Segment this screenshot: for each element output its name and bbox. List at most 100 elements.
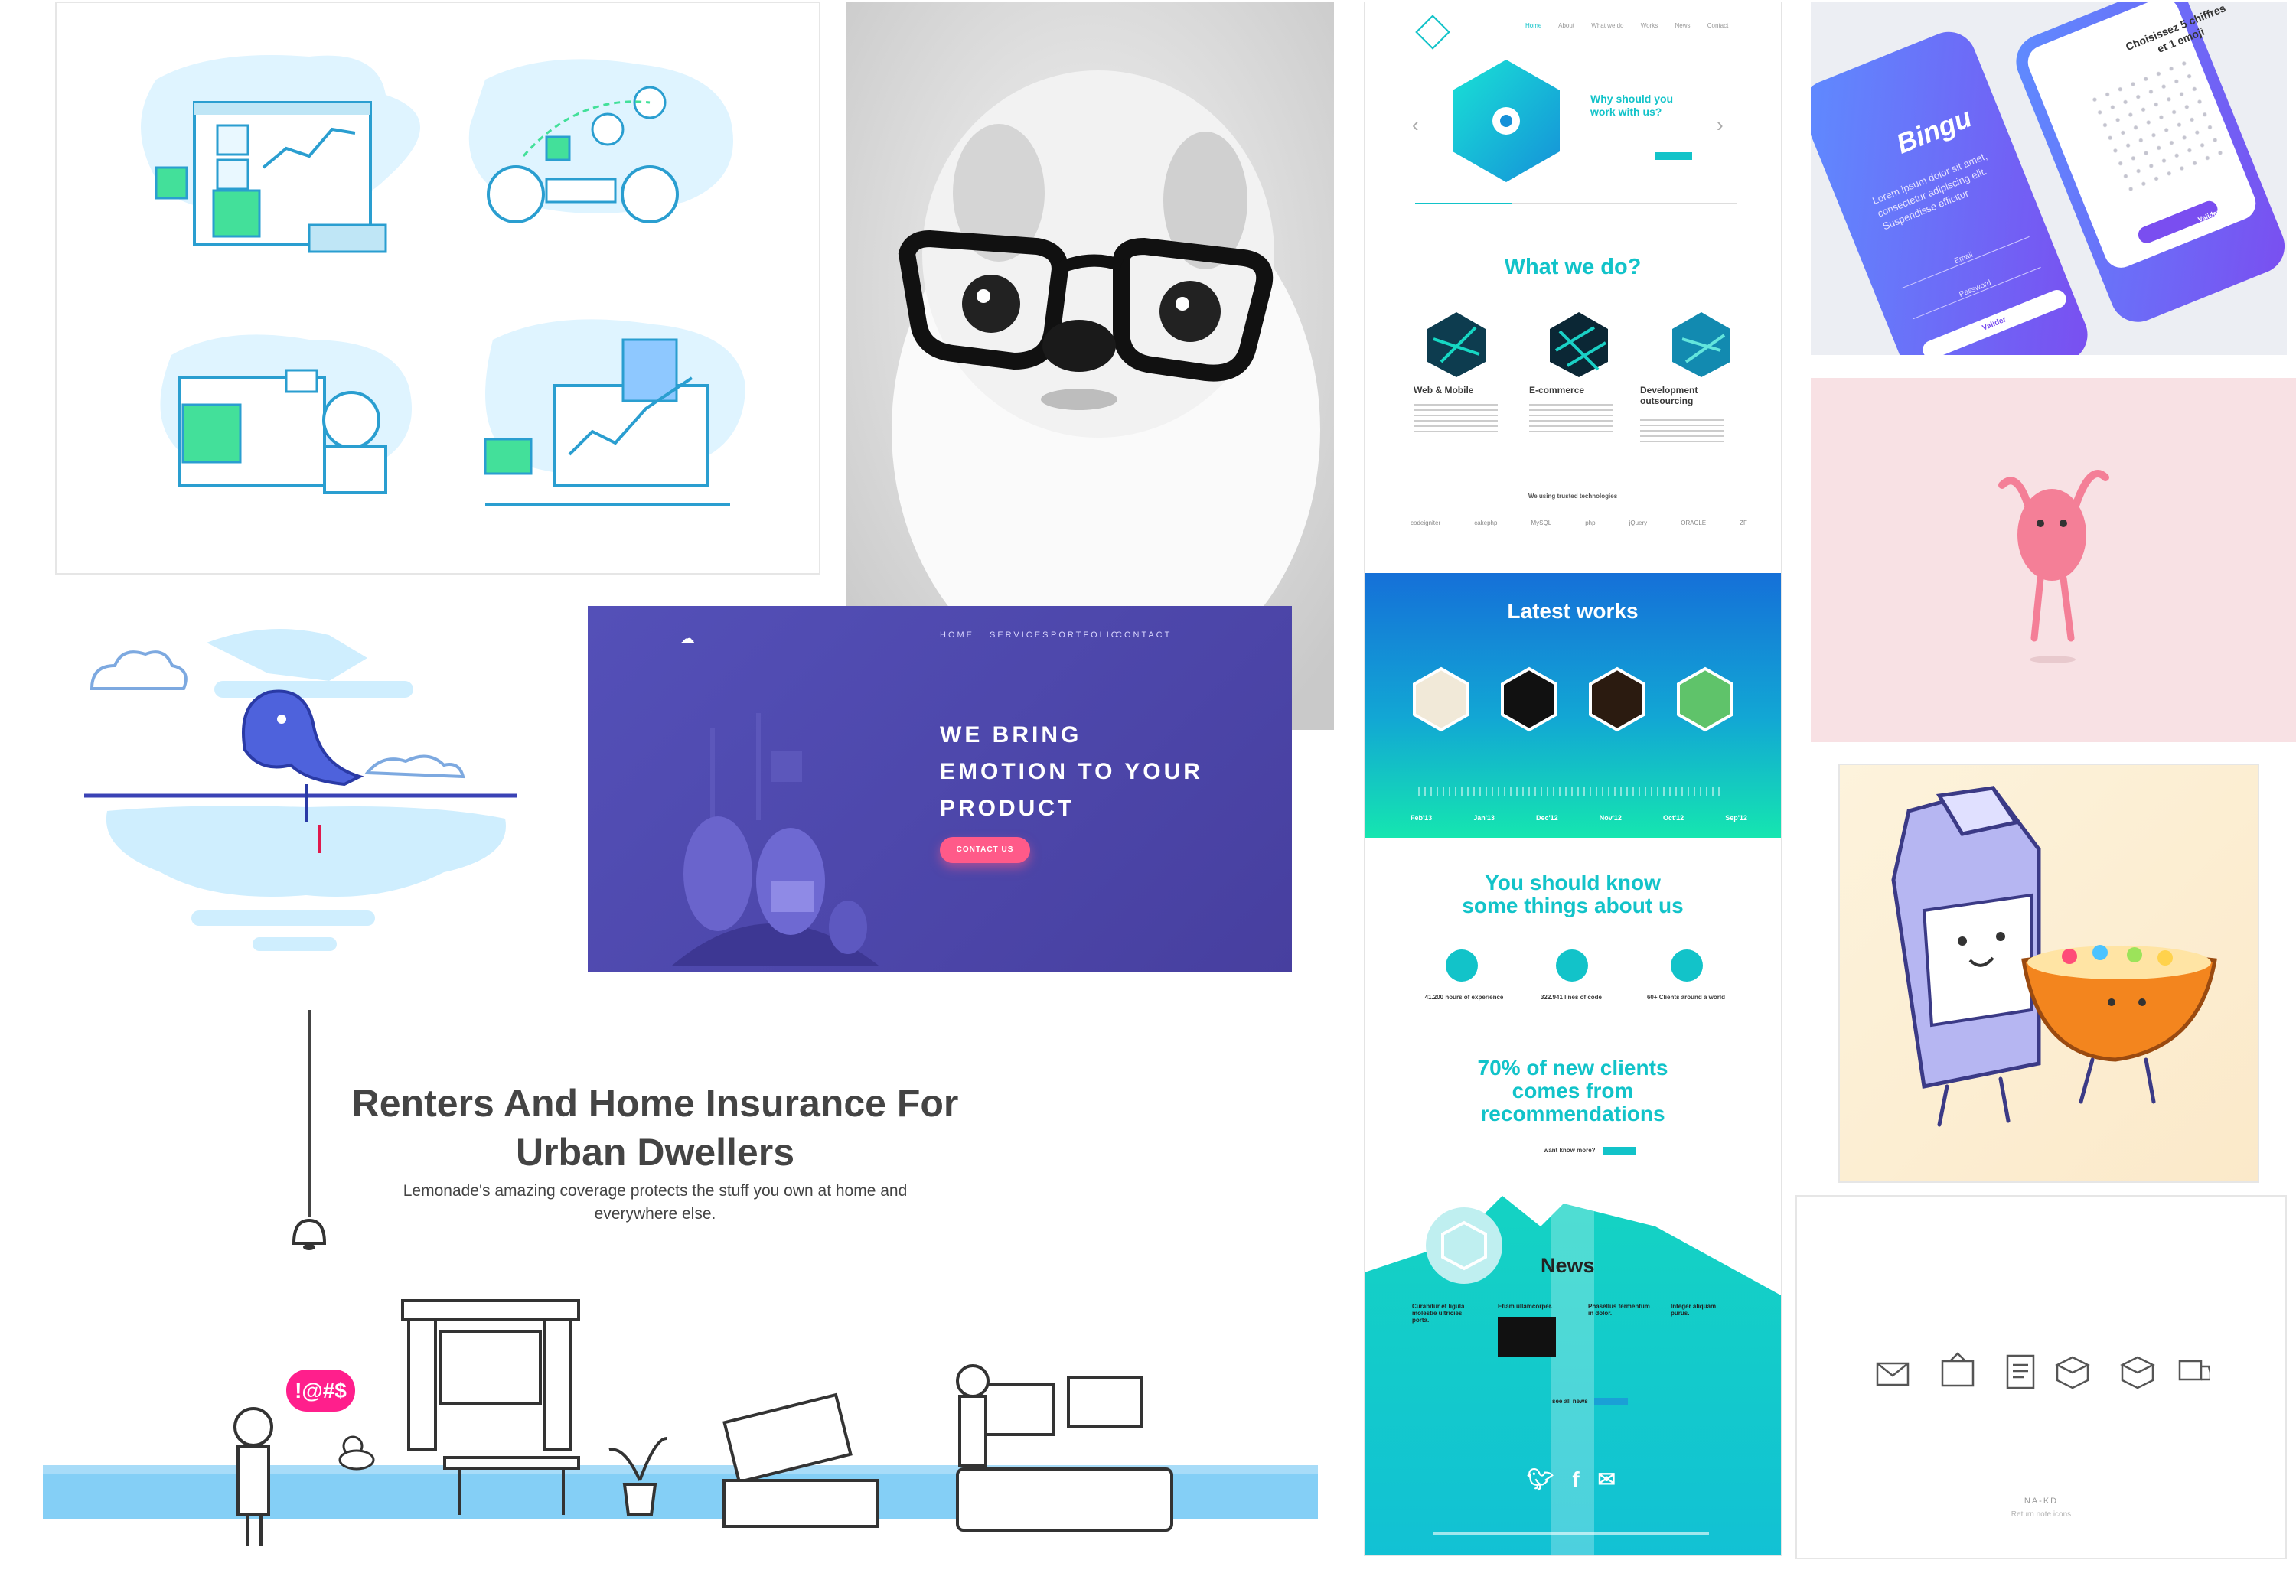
latest-works-title: Latest works xyxy=(1507,599,1639,623)
stat-label: 322.941 lines of code xyxy=(1540,994,1603,1001)
milk-cereal-illustration xyxy=(1891,786,2217,1127)
clients-line: recommendations xyxy=(1480,1102,1665,1125)
news-item[interactable]: Curabitur et ligula molestie ultricies p… xyxy=(1412,1303,1477,1324)
stat-icon xyxy=(1671,949,1703,982)
nav-item[interactable]: News xyxy=(1675,22,1691,29)
tech-logo: codeigniter xyxy=(1411,520,1441,526)
milk-cereal-tile xyxy=(1838,764,2259,1183)
service-hexagons xyxy=(1427,312,1730,377)
news-item[interactable]: Phasellus fermentum in dolor. xyxy=(1588,1303,1653,1317)
nav-services[interactable]: SERVICES xyxy=(990,630,1050,640)
illustration-set-tile xyxy=(55,2,820,575)
tech-logo: cakephp xyxy=(1474,520,1498,526)
tech-logo: jQuery xyxy=(1629,520,1648,526)
facebook-icon[interactable]: f xyxy=(1572,1467,1579,1491)
nav-item[interactable]: What we do xyxy=(1591,22,1623,29)
headline-line: PRODUCT xyxy=(940,796,1075,821)
main-nav: Home About What we do Works News Contact xyxy=(1525,22,1728,29)
clients-line: 70% of new clients xyxy=(1477,1056,1668,1080)
tech-logos: codeigniter cakephp MySQL php jQuery ORA… xyxy=(1411,520,1747,526)
page-subtitle: Lemonade's amazing coverage protects the… xyxy=(311,1180,1000,1226)
work-hexagons xyxy=(1413,666,1733,732)
service-label: Web & Mobile xyxy=(1414,385,1474,396)
news-item[interactable]: Integer aliquam purus. xyxy=(1671,1303,1736,1317)
hero-hexagon xyxy=(1453,60,1560,182)
news-section-bg xyxy=(1365,1196,1781,1555)
hero-headline: WE BRING EMOTION TO YOUR PRODUCT xyxy=(940,717,1203,827)
stat-icon xyxy=(1556,949,1588,982)
subtitle-line: Lemonade's amazing coverage protects the… xyxy=(403,1182,908,1200)
service-text xyxy=(1640,419,1724,442)
nav-portfolio[interactable]: PORTFOLIO xyxy=(1051,630,1120,640)
hero-title-line: work with us? xyxy=(1590,106,1662,118)
nav-item[interactable]: Contact xyxy=(1707,22,1729,29)
timeline: Feb'13 Jan'13 Dec'12 Nov'12 Oct'12 Sep'1… xyxy=(1411,814,1747,822)
timeline-label[interactable]: Feb'13 xyxy=(1411,814,1432,822)
contact-us-button[interactable]: CONTACT US xyxy=(940,837,1030,863)
footer-text xyxy=(1433,1532,1709,1535)
clients-title: 70% of new clients comes from recommenda… xyxy=(1365,1057,1781,1125)
timeline-label[interactable]: Sep'12 xyxy=(1725,814,1747,822)
service-label: Development outsourcing xyxy=(1640,385,1698,406)
pink-monster xyxy=(1998,470,2109,663)
stat-icon xyxy=(1446,949,1478,982)
know-line: some things about us xyxy=(1462,894,1684,917)
what-we-do-title: What we do? xyxy=(1504,255,1642,279)
tech-logo: MySQL xyxy=(1531,520,1552,526)
know-title: You should know some things about us xyxy=(1365,871,1781,917)
title-line: Renters And Home Insurance For xyxy=(351,1082,959,1125)
icons-caption: Return note icons xyxy=(2011,1510,2072,1519)
hero-progress xyxy=(1415,203,1737,204)
return-icons-tile: NA-KD Return note icons xyxy=(1795,1195,2287,1559)
nav-home[interactable]: HOME xyxy=(940,630,974,640)
bingu-app-tile: Bingu Lorem ipsum dolor sit amet, consec… xyxy=(1811,2,2287,355)
nav-contact[interactable]: CONTACT xyxy=(1116,630,1172,640)
stat-label: 60+ Clients around a world xyxy=(1646,994,1726,1001)
timeline-bar xyxy=(1418,787,1724,796)
twitter-icon[interactable]: 🐦︎ xyxy=(1527,1467,1554,1491)
nav-item[interactable]: Home xyxy=(1525,22,1541,29)
service-text xyxy=(1529,404,1613,435)
prev-arrow-icon[interactable]: ‹ xyxy=(1412,113,1419,137)
monster-characters xyxy=(672,713,879,966)
cloud-logo-icon[interactable]: ☁ xyxy=(680,629,695,648)
timeline-label[interactable]: Dec'12 xyxy=(1536,814,1558,822)
insurance-landing-tile: Renters And Home Insurance For Urban Dwe… xyxy=(43,1010,1318,1559)
speech-text: !@#$ xyxy=(295,1379,347,1402)
tech-logo: ZF xyxy=(1740,520,1747,526)
social-icons: 🐦︎ f ✉ xyxy=(1527,1467,1616,1492)
headline-line: EMOTION TO YOUR xyxy=(940,759,1203,784)
nav-item[interactable]: About xyxy=(1558,22,1574,29)
latest-works-section: Latest works Feb'13 Jan'13 Dec'12 Nov'12… xyxy=(1365,573,1781,838)
apartment-scene: !@#$ xyxy=(43,1299,1318,1546)
teal-website-tile: Home About What we do Works News Contact… xyxy=(1364,2,1782,1556)
timeline-label[interactable]: Jan'13 xyxy=(1473,814,1495,822)
hero-title-line: Why should you xyxy=(1590,93,1674,105)
next-arrow-icon[interactable]: › xyxy=(1717,113,1724,137)
page-title: Renters And Home Insurance For Urban Dwe… xyxy=(272,1079,1038,1177)
tech-logo: ORACLE xyxy=(1681,520,1707,526)
want-more-button[interactable] xyxy=(1603,1147,1636,1155)
mail-icon[interactable]: ✉ xyxy=(1597,1467,1615,1491)
whale-illustration-tile xyxy=(77,612,528,972)
timeline-label[interactable]: Oct'12 xyxy=(1663,814,1684,822)
purple-landing-tile: ☁ HOME SERVICES PORTFOLIO CONTACT WE BRI… xyxy=(588,606,1292,972)
news-title: News xyxy=(1541,1254,1595,1277)
hero-title: Why should you work with us? xyxy=(1590,93,1673,119)
see-all-news-button[interactable] xyxy=(1594,1398,1628,1405)
title-line: Urban Dwellers xyxy=(515,1131,794,1174)
service-text xyxy=(1414,404,1498,435)
see-all-news-label: see all news xyxy=(1552,1398,1588,1405)
logo-icon[interactable] xyxy=(1415,15,1450,50)
return-note-icons xyxy=(1876,1352,2210,1389)
know-line: You should know xyxy=(1485,871,1661,894)
news-item[interactable]: Etiam ullamcorper. xyxy=(1498,1303,1563,1310)
tech-logo: php xyxy=(1585,520,1596,526)
timeline-label[interactable]: Nov'12 xyxy=(1600,814,1622,822)
news-thumb xyxy=(1498,1317,1556,1357)
nav-item[interactable]: Works xyxy=(1641,22,1658,29)
hero-button[interactable] xyxy=(1655,152,1692,160)
tech-label: We using trusted technologies xyxy=(1528,493,1618,500)
clients-line: comes from xyxy=(1512,1079,1634,1103)
pink-monster-tile xyxy=(1811,378,2296,742)
